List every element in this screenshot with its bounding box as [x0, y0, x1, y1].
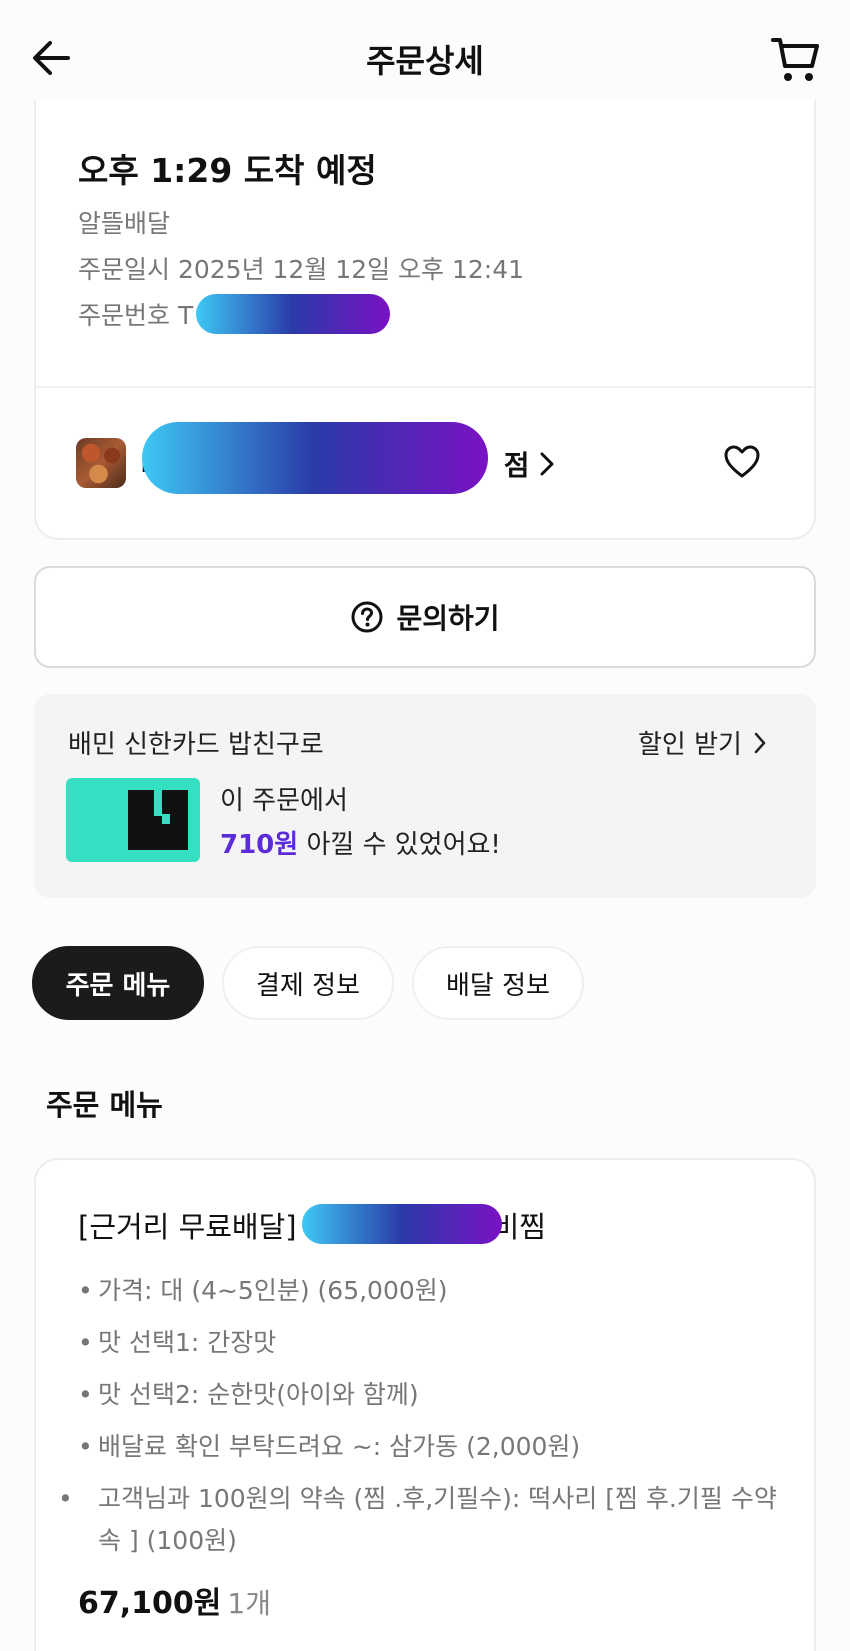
- heart-icon: [724, 445, 760, 478]
- order-info-card: 오후 1:29 도착 예정 알뜰배달 주문일시 2025년 12월 12일 오후…: [34, 100, 816, 540]
- delivery-type: 알뜰배달: [78, 209, 171, 238]
- store-name-end: 점: [503, 449, 530, 482]
- tab-order-menu[interactable]: 주문 메뉴: [32, 946, 204, 1020]
- redaction-mask: [142, 422, 488, 494]
- inquiry-button[interactable]: 문의하기: [34, 566, 816, 668]
- promo-savings-amount: 710원: [220, 830, 299, 860]
- menu-name-prefix: [근거리 무료배달]: [78, 1210, 297, 1244]
- credit-card-image: [66, 778, 200, 862]
- order-number: 주문번호 T: [78, 301, 194, 330]
- inquiry-label: 문의하기: [396, 602, 500, 635]
- menu-option: • 가격: 대 (4~5인분) (65,000원): [78, 1276, 448, 1305]
- menu-option: • 고객님과 100원의 약속 (찜 .후,기필수): 떡사리 [찜 후.기필 수…: [58, 1484, 777, 1555]
- promo-line-2-rest: 아낄 수 있었어요!: [298, 830, 501, 860]
- promo-line-1: 이 주문에서: [220, 786, 348, 816]
- promo-link-label: 할인 받기: [638, 730, 742, 760]
- menu-price-row: 67,100원 1개: [78, 1578, 271, 1622]
- chevron-right-icon: [754, 732, 766, 753]
- top-bar: 주문상세: [0, 0, 850, 110]
- redaction-mask: [196, 294, 390, 334]
- tab-payment-info[interactable]: 결제 정보: [222, 946, 394, 1020]
- card-promo-banner[interactable]: 배민 신한카드 밥친구로 할인 받기 이 주문에서 710원 아낄 수 있었어요…: [34, 694, 816, 898]
- menu-item-card: [근거리 무료배달] 비찜 • 가격: 대 (4~5인분) (65,000원) • 맛…: [34, 1158, 816, 1651]
- favorite-button[interactable]: [722, 442, 762, 482]
- question-circle-icon: [351, 601, 383, 633]
- tab-delivery-info[interactable]: 배달 정보: [412, 946, 584, 1020]
- section-title: 주문 메뉴: [46, 1088, 163, 1122]
- menu-option: • 배달료 확인 부탁드려요 ~: 삼가동 (2,000원): [78, 1432, 581, 1461]
- menu-option: • 맛 선택1: 간장맛: [78, 1328, 277, 1357]
- menu-item-quantity: 1개: [227, 1587, 271, 1620]
- menu-option: • 맛 선택2: 순한맛(아이와 함께): [78, 1380, 419, 1409]
- promo-discount-link[interactable]: 할인 받기: [638, 724, 768, 761]
- store-row[interactable]: ㅂ점: [36, 388, 814, 538]
- redaction-mask: [302, 1204, 502, 1244]
- order-datetime: 주문일시 2025년 12월 12일 오후 12:41: [78, 255, 525, 284]
- promo-title: 배민 신한카드 밥친구로: [68, 730, 324, 760]
- store-thumbnail: [76, 438, 126, 488]
- arrival-eta: 오후 1:29 도착 예정: [78, 151, 377, 190]
- chevron-right-icon: [536, 448, 558, 480]
- promo-line-2: 710원 아낄 수 있었어요!: [220, 824, 501, 861]
- cart-button[interactable]: [770, 34, 822, 86]
- menu-item-price: 67,100원: [78, 1586, 222, 1621]
- cart-icon: [771, 38, 819, 81]
- page-title: 주문상세: [366, 42, 484, 80]
